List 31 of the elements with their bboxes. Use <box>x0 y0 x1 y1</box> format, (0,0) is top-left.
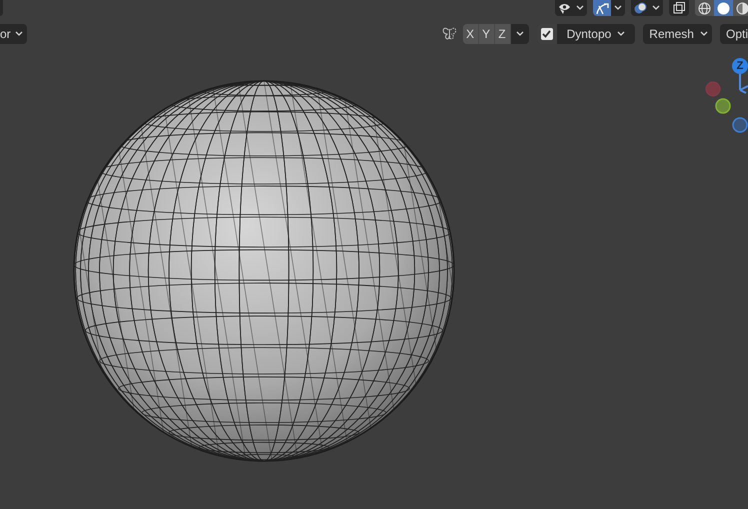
caret-icon <box>516 31 524 37</box>
xray-icon <box>673 2 685 14</box>
eye-icon <box>558 2 570 14</box>
axis-toggle[interactable]: X <box>462 24 479 44</box>
gizmo-icon <box>596 2 608 14</box>
options-dropdown[interactable]: Opti <box>720 24 748 44</box>
axis-toggle[interactable]: Y <box>478 24 495 44</box>
overlay-toggle[interactable] <box>631 0 649 16</box>
x-axis-ball <box>706 82 720 96</box>
shading-mode-button[interactable] <box>714 0 733 16</box>
caret-icon <box>700 31 708 37</box>
mode-dropdown[interactable]: or <box>0 24 27 44</box>
y-axis-ball <box>715 98 731 114</box>
z-axis-label[interactable]: Z <box>732 58 748 74</box>
solid-sphere-icon <box>717 2 730 14</box>
caret-icon <box>576 5 584 11</box>
xray-toggle[interactable] <box>669 0 689 16</box>
caret-icon <box>614 5 622 11</box>
gizmo-toggle[interactable] <box>593 0 611 16</box>
dyntopo-checkbox[interactable] <box>540 28 553 40</box>
remesh-dropdown[interactable]: Remesh <box>643 24 712 44</box>
dropdown-button[interactable] <box>510 24 529 44</box>
caret-icon <box>617 31 626 37</box>
checkmark-icon <box>542 30 552 38</box>
caret-icon <box>14 31 23 37</box>
overlay-icon <box>634 2 646 14</box>
butterfly-icon <box>442 27 457 41</box>
wire-sphere-icon <box>698 2 711 14</box>
caret-icon <box>652 5 660 11</box>
axis-toggle[interactable]: Z <box>494 24 511 44</box>
z-axis-ball <box>732 117 748 133</box>
